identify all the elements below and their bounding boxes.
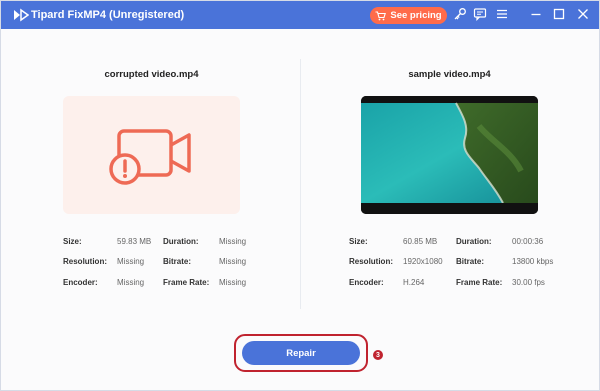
broken-video-camera-icon bbox=[109, 129, 191, 185]
size-label: Size: bbox=[63, 237, 82, 246]
resolution-value: 1920x1080 bbox=[403, 257, 443, 266]
panel-divider bbox=[300, 59, 301, 309]
corrupted-video-preview bbox=[63, 96, 240, 214]
encoder-label: Encoder: bbox=[63, 278, 98, 287]
bitrate-label: Bitrate: bbox=[456, 257, 485, 266]
bitrate-value: 13800 kbps bbox=[512, 257, 554, 266]
corrupted-video-filename: corrupted video.mp4 bbox=[104, 69, 199, 80]
coastline-thumbnail-image bbox=[361, 96, 538, 214]
frame-rate-value: Missing bbox=[219, 278, 247, 287]
frame-rate-label: Frame Rate: bbox=[456, 278, 503, 287]
duration-value: 00:00:36 bbox=[512, 237, 544, 246]
frame-rate-label: Frame Rate: bbox=[163, 278, 210, 287]
resolution-label: Resolution: bbox=[63, 257, 107, 266]
bitrate-label: Bitrate: bbox=[163, 257, 192, 266]
close-icon[interactable] bbox=[576, 7, 590, 21]
encoder-label: Encoder: bbox=[349, 278, 384, 287]
minimize-icon[interactable] bbox=[529, 7, 543, 21]
frame-rate-value: 30.00 fps bbox=[512, 278, 545, 287]
encoder-value: Missing bbox=[117, 278, 145, 287]
encoder-value: H.264 bbox=[403, 278, 425, 287]
repair-highlight-frame: Repair bbox=[234, 334, 368, 372]
see-pricing-button[interactable]: See pricing bbox=[370, 7, 447, 24]
feedback-icon[interactable] bbox=[473, 7, 487, 21]
app-logo-icon bbox=[14, 8, 29, 22]
size-value: 60.85 MB bbox=[403, 237, 438, 246]
cart-icon bbox=[375, 10, 387, 20]
duration-label: Duration: bbox=[456, 237, 492, 246]
menu-icon[interactable] bbox=[495, 7, 509, 21]
app-title: Tipard FixMP4 (Unregistered) bbox=[31, 9, 185, 21]
bitrate-value: Missing bbox=[219, 257, 247, 266]
title-bar: Tipard FixMP4 (Unregistered) See pricing bbox=[1, 1, 599, 29]
size-value: 59.83 MB bbox=[117, 237, 152, 246]
sample-video-thumbnail bbox=[361, 96, 538, 214]
resolution-value: Missing bbox=[117, 257, 145, 266]
step-number-badge: 3 bbox=[373, 350, 383, 360]
resolution-label: Resolution: bbox=[349, 257, 393, 266]
size-label: Size: bbox=[349, 237, 368, 246]
app-window: Tipard FixMP4 (Unregistered) See pricing bbox=[0, 0, 600, 391]
repair-button[interactable]: Repair bbox=[242, 341, 360, 365]
duration-value: Missing bbox=[219, 237, 247, 246]
key-icon[interactable] bbox=[453, 7, 467, 21]
sample-video-filename: sample video.mp4 bbox=[408, 69, 491, 80]
maximize-icon[interactable] bbox=[552, 7, 566, 21]
see-pricing-label: See pricing bbox=[390, 10, 442, 21]
duration-label: Duration: bbox=[163, 237, 199, 246]
